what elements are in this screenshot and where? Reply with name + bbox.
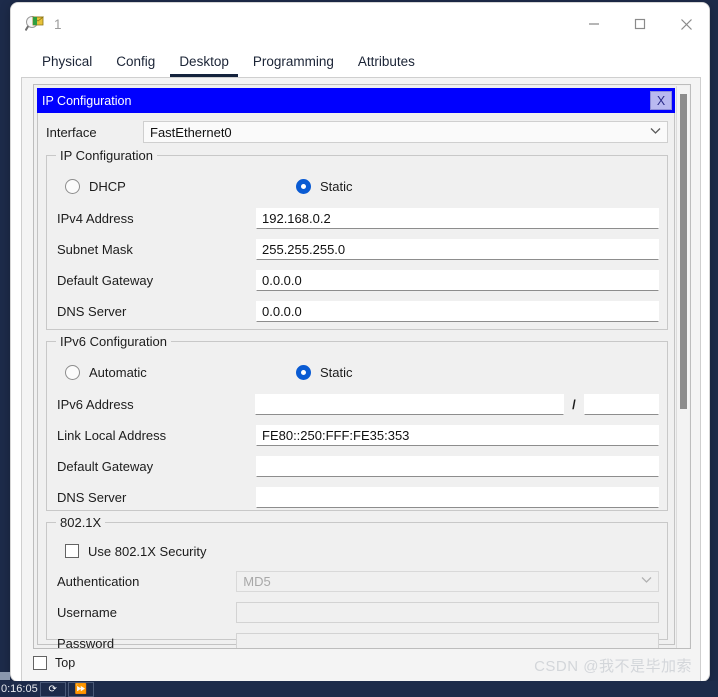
radio-ipv6-automatic[interactable]: [65, 364, 80, 380]
desktop-scroll-area: IP Configuration X Interface FastEtherne…: [33, 84, 691, 649]
subnet-mask-label: Subnet Mask: [57, 241, 133, 257]
ipv4-gateway-row: Default Gateway 0.0.0.0: [57, 268, 659, 292]
subnet-mask-input[interactable]: 255.255.255.0: [256, 238, 659, 260]
ipv6-dns-server-input[interactable]: [256, 486, 659, 508]
top-checkbox-label: Top: [55, 656, 76, 670]
dot1x-group: 802.1X Use 802.1X Security Authenticatio…: [46, 515, 668, 648]
ipv4-default-gateway-label: Default Gateway: [57, 272, 154, 288]
chevron-down-icon: [641, 576, 652, 587]
subnet-mask-row: Subnet Mask 255.255.255.0: [57, 237, 659, 261]
tab-physical[interactable]: Physical: [33, 52, 101, 77]
ipv4-configuration-group: IP Configuration DHCP Static IPv4 Addres…: [46, 148, 668, 330]
chevron-down-icon: [650, 127, 661, 138]
tab-programming[interactable]: Programming: [244, 52, 343, 77]
ipv6-prefix-length-input[interactable]: [583, 393, 659, 415]
scrollbar-thumb[interactable]: [680, 94, 687, 409]
username-input[interactable]: [236, 601, 659, 623]
vertical-scrollbar[interactable]: [676, 86, 689, 648]
maximize-icon[interactable]: [617, 3, 663, 45]
minimize-icon[interactable]: [571, 3, 617, 45]
ipv4-mode-row: DHCP Static: [65, 174, 645, 198]
ipv4-static-label: Static: [320, 178, 353, 194]
use-dot1x-security-checkbox[interactable]: [65, 544, 79, 558]
reset-simulation-icon[interactable]: ⟳: [39, 681, 66, 697]
ipv6-static-label: Static: [320, 364, 353, 380]
ipv6-address-row: IPv6 Address /: [57, 392, 659, 416]
ipv4-address-row: IPv4 Address 192.168.0.2: [57, 206, 659, 230]
authentication-label: Authentication: [57, 573, 140, 589]
link-local-address-label: Link Local Address: [57, 427, 167, 443]
authentication-row: Authentication MD5: [57, 569, 659, 593]
ipv4-static-option: Static: [296, 178, 353, 194]
ipv6-group-title: IPv6 Configuration: [56, 334, 171, 349]
ip-configuration-dialog: IP Configuration X Interface FastEtherne…: [34, 85, 678, 648]
packet-tracer-device-icon: [24, 14, 45, 34]
window-left-edge-stub: [0, 672, 10, 680]
link-local-address-row: Link Local Address FE80::250:FFF:FE35:35…: [57, 423, 659, 447]
radio-ipv6-static[interactable]: [296, 364, 311, 380]
radio-dhcp[interactable]: [65, 178, 80, 194]
taskbar: 0:16:05 ⟳ ⏩: [0, 681, 718, 697]
close-icon[interactable]: [663, 3, 709, 45]
tab-desktop[interactable]: Desktop: [170, 52, 238, 77]
dot1x-group-title: 802.1X: [56, 515, 106, 530]
ip-configuration-close-button[interactable]: X: [650, 91, 672, 110]
use-dot1x-security-label: Use 802.1X Security: [88, 543, 207, 559]
ipv6-prefix-separator: /: [572, 396, 576, 412]
ipv4-address-input[interactable]: 192.168.0.2: [256, 207, 659, 229]
fast-forward-icon[interactable]: ⏩: [67, 681, 94, 697]
ipv6-default-gateway-input[interactable]: [256, 455, 659, 477]
device-tabs: Physical Config Desktop Programming Attr…: [33, 47, 435, 77]
ipv6-automatic-label: Automatic: [89, 364, 147, 380]
radio-ipv4-static[interactable]: [296, 178, 311, 194]
authentication-value: MD5: [243, 573, 271, 589]
password-input[interactable]: [236, 632, 659, 648]
interface-label: Interface: [46, 124, 97, 140]
username-label: Username: [57, 604, 117, 620]
password-row: Password: [57, 631, 659, 649]
ipv6-dns-server-label: DNS Server: [57, 489, 127, 505]
desktop-tab-panel: IP Configuration X Interface FastEtherne…: [21, 77, 701, 681]
ipv6-mode-row: Automatic Static: [65, 360, 645, 384]
link-local-address-input[interactable]: FE80::250:FFF:FE35:353: [256, 424, 659, 446]
tab-config[interactable]: Config: [107, 52, 164, 77]
ipv4-dns-server-input[interactable]: 0.0.0.0: [256, 300, 659, 322]
top-checkbox-row: Top: [33, 656, 75, 670]
ipv6-static-option: Static: [296, 364, 353, 380]
ipv4-dns-server-label: DNS Server: [57, 303, 127, 319]
ipv6-configuration-group: IPv6 Configuration Automatic Static IPv6…: [46, 334, 668, 511]
username-row: Username: [57, 600, 659, 624]
watermark-text: CSDN @我不是毕加索: [534, 658, 692, 675]
ipv4-dns-row: DNS Server 0.0.0.0: [57, 299, 659, 323]
simulation-time: 0:16:05: [1, 683, 38, 695]
ipv6-dns-row: DNS Server: [57, 485, 659, 509]
password-label: Password: [57, 635, 115, 649]
interface-row: Interface FastEthernet0: [46, 120, 668, 144]
ipv4-group-title: IP Configuration: [56, 148, 157, 163]
ipv6-default-gateway-label: Default Gateway: [57, 458, 154, 474]
ip-configuration-title: IP Configuration: [42, 93, 132, 108]
ipv4-default-gateway-input[interactable]: 0.0.0.0: [256, 269, 659, 291]
device-window: 1 Physical Config Desktop Programming At…: [10, 2, 710, 682]
window-controls: [571, 3, 709, 45]
ip-configuration-body: Interface FastEthernet0 IP Configuration: [37, 113, 675, 648]
dhcp-label: DHCP: [89, 178, 126, 194]
ipv6-address-input[interactable]: [254, 393, 565, 415]
interface-select[interactable]: FastEthernet0: [143, 121, 668, 143]
interface-value: FastEthernet0: [150, 124, 232, 140]
ipv6-address-label: IPv6 Address: [57, 396, 134, 412]
ipv4-address-label: IPv4 Address: [57, 210, 134, 226]
window-titlebar: 1: [11, 3, 709, 45]
use-dot1x-security-row: Use 802.1X Security: [65, 539, 645, 563]
ip-configuration-titlebar: IP Configuration X: [37, 88, 675, 113]
window-title: 1: [54, 16, 62, 32]
tab-attributes[interactable]: Attributes: [349, 52, 424, 77]
ipv6-gateway-row: Default Gateway: [57, 454, 659, 478]
top-checkbox[interactable]: [33, 656, 47, 670]
authentication-select[interactable]: MD5: [236, 570, 659, 592]
